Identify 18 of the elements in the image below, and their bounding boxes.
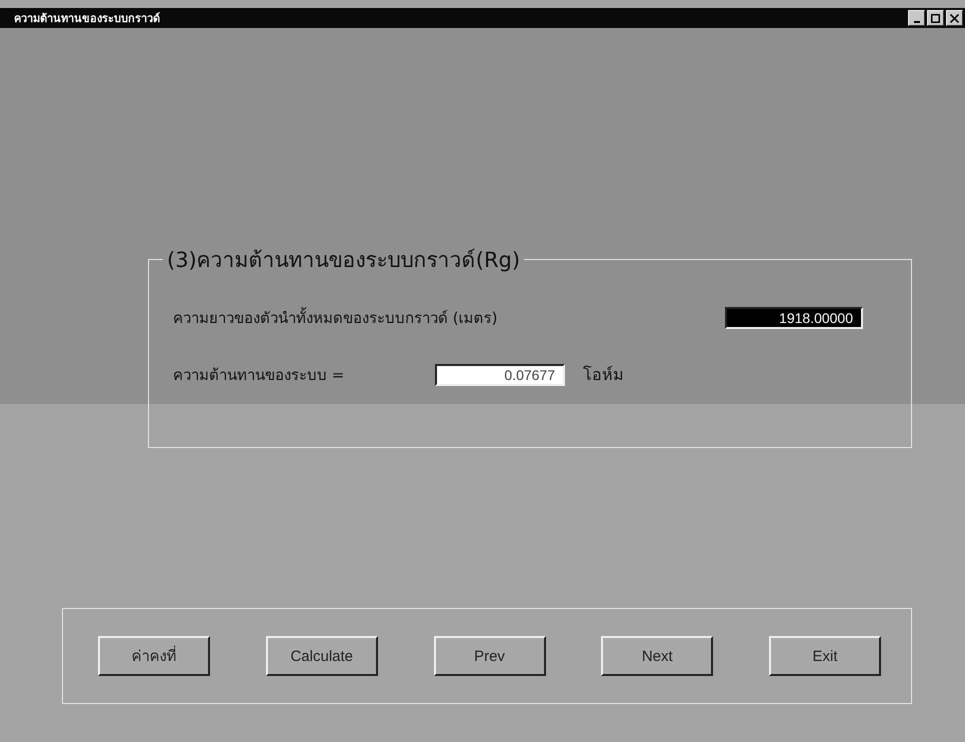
maximize-button[interactable]: [927, 10, 944, 26]
action-button[interactable]: Calculate: [266, 636, 378, 676]
close-icon: [950, 14, 959, 22]
input-field[interactable]: 1918.00000: [725, 307, 863, 329]
field-label: ความต้านทานของระบบ =: [173, 364, 346, 386]
minimize-icon: [914, 20, 920, 22]
minimize-button[interactable]: [908, 10, 925, 26]
action-button[interactable]: Next: [601, 636, 714, 676]
input-field[interactable]: 0.07677: [435, 364, 565, 386]
unit-label: โอห์ม: [583, 364, 624, 386]
maximize-icon: [931, 14, 940, 22]
action-button[interactable]: Prev: [434, 636, 546, 676]
group-title: (3)ความต้านทานของระบบกราวด์(Rg): [166, 247, 522, 274]
action-button[interactable]: Exit: [769, 636, 881, 676]
close-button[interactable]: [946, 10, 963, 26]
action-button[interactable]: ค่าคงที่: [98, 636, 210, 676]
window-title: ความต้านทานของระบบกราวด์: [14, 11, 160, 27]
field-label: ความยาวของตัวนำทั้งหมดของระบบกราวด์ (เมตร): [173, 306, 498, 329]
